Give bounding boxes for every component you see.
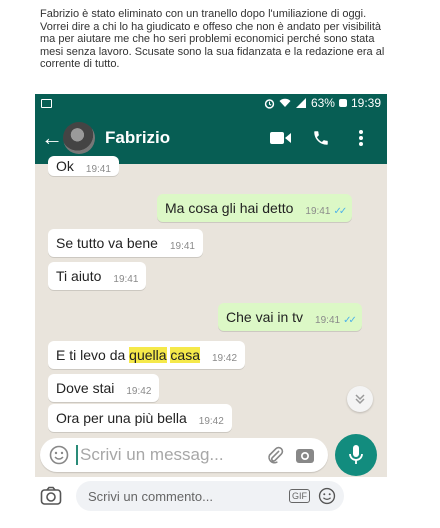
phone-icon[interactable] <box>301 112 341 164</box>
message-text: E ti levo da quella casa <box>56 347 200 363</box>
message-bubble[interactable]: Ti aiuto 19:41 <box>48 262 147 290</box>
gallery-notification-icon <box>41 98 52 108</box>
whatsapp-screenshot: 63% 19:39 ← Fabrizio Ok 19:41 Ma cosa gl… <box>35 94 387 477</box>
message-text: Ma cosa gli hai detto <box>165 200 294 216</box>
signal-icon <box>295 98 306 108</box>
read-ticks-icon: ✓✓ <box>343 314 357 326</box>
smiley-icon[interactable] <box>318 487 336 505</box>
message-bubble[interactable]: Ora per una più bella 19:42 <box>48 404 232 432</box>
comment-input[interactable]: Scrivi un commento... GIF <box>76 481 344 511</box>
message-text: Ti aiuto <box>56 268 102 284</box>
status-bar: 63% 19:39 <box>35 94 387 112</box>
emoji-icon[interactable] <box>48 444 70 466</box>
contact-name[interactable]: Fabrizio <box>105 128 261 148</box>
camera-icon[interactable] <box>290 440 320 470</box>
camera-icon[interactable] <box>36 486 66 506</box>
message-text: Ok <box>56 158 74 174</box>
paperclip-icon[interactable] <box>260 440 290 470</box>
read-ticks-icon: ✓✓ <box>333 205 347 217</box>
wifi-icon <box>279 98 291 107</box>
video-call-icon[interactable] <box>261 112 301 164</box>
message-time: 19:41 <box>305 205 331 217</box>
scroll-down-button[interactable] <box>347 386 373 412</box>
message-input[interactable]: Scrivi un messag... <box>80 445 260 465</box>
message-bubble[interactable]: Dove stai 19:42 <box>48 374 160 402</box>
alarm-icon <box>264 98 275 109</box>
gif-button[interactable]: GIF <box>289 489 310 503</box>
double-chevron-down-icon <box>355 394 365 405</box>
avatar[interactable] <box>63 122 95 154</box>
battery-percent: 63% <box>310 96 335 110</box>
message-time: 19:41 <box>85 163 111 175</box>
message-time: 19:41 <box>315 314 341 326</box>
message-time: 19:42 <box>126 385 152 397</box>
message-time: 19:41 <box>113 273 139 285</box>
text-cursor <box>76 445 78 465</box>
microphone-button[interactable] <box>335 434 377 476</box>
message-time: 19:42 <box>198 415 224 427</box>
clock: 19:39 <box>350 96 381 110</box>
message-composer[interactable]: Scrivi un messag... <box>40 438 328 472</box>
message-text: Se tutto va bene <box>56 235 158 251</box>
comment-placeholder: Scrivi un commento... <box>88 488 213 504</box>
message-bubble[interactable]: Che vai in tv 19:41 ✓✓ <box>218 303 362 331</box>
message-bubble[interactable]: Se tutto va bene 19:41 <box>48 229 203 257</box>
arrow-left-icon[interactable]: ← <box>41 127 63 149</box>
message-text: Dove stai <box>56 380 115 396</box>
more-vertical-icon[interactable] <box>341 112 381 164</box>
battery-icon <box>338 99 347 107</box>
message-text: Ora per una più bella <box>56 410 187 426</box>
message-bubble[interactable]: Ok 19:41 <box>48 156 119 176</box>
message-bubble[interactable]: E ti levo da quella casa 19:42 <box>48 341 246 369</box>
message-time: 19:41 <box>169 240 195 252</box>
message-bubble[interactable]: Ma cosa gli hai detto 19:41 ✓✓ <box>157 194 353 222</box>
microphone-icon <box>349 445 363 464</box>
message-time: 19:42 <box>212 352 238 364</box>
message-text: Che vai in tv <box>226 309 304 325</box>
comment-bar: Scrivi un commento... GIF <box>36 480 376 512</box>
message-list[interactable]: Ok 19:41 Ma cosa gli hai detto 19:41 ✓✓ … <box>35 156 387 477</box>
post-caption: Fabrizio è stato eliminato con un tranel… <box>40 8 385 71</box>
